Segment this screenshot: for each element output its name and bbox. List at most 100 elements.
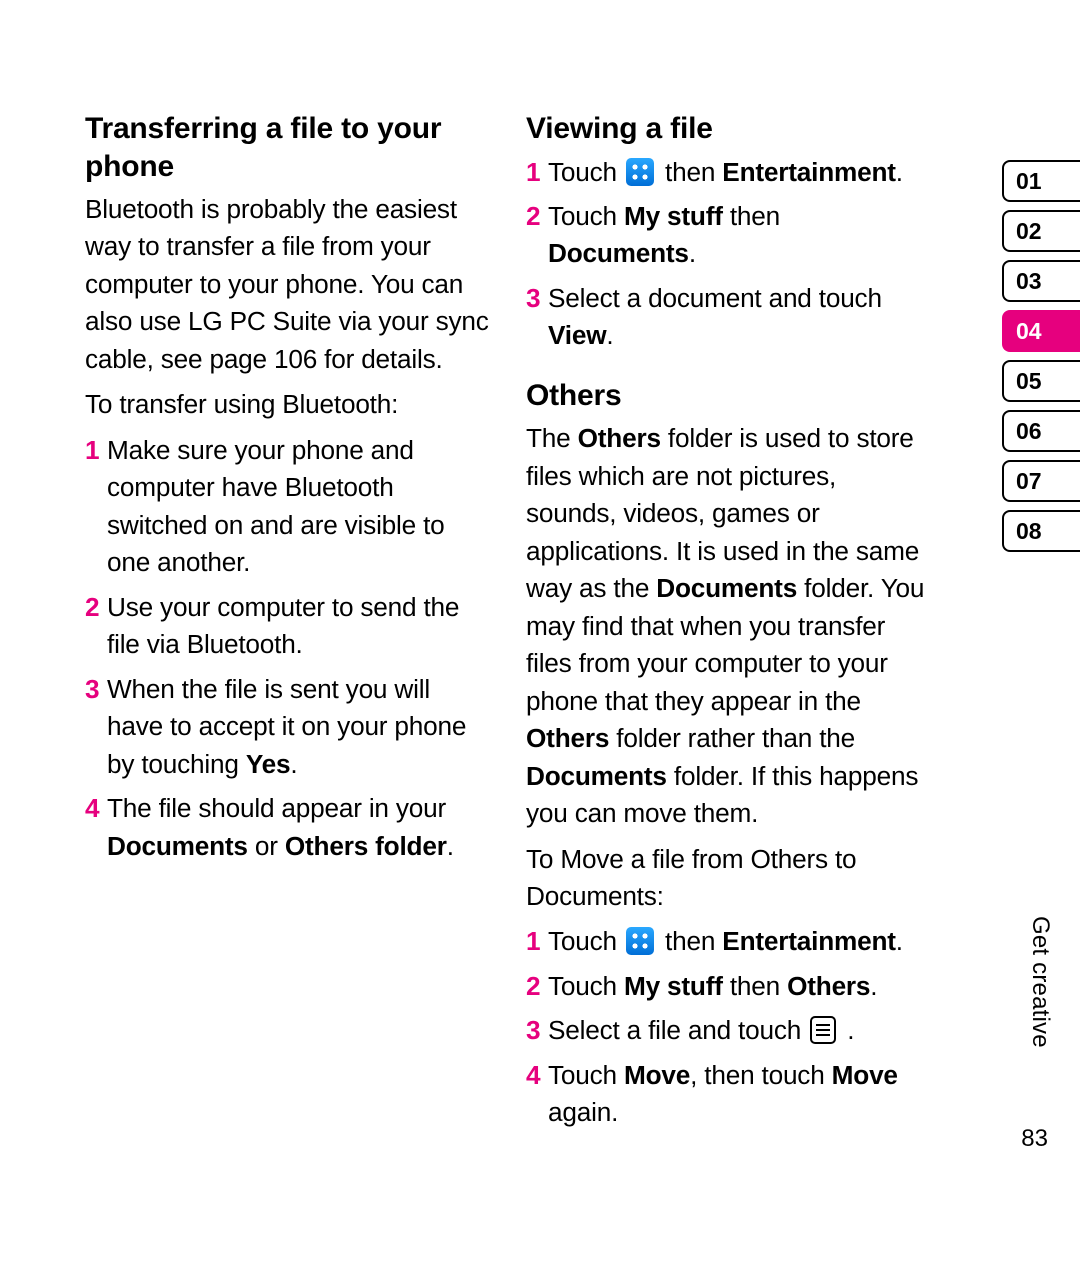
step-item: 2 Use your computer to send the file via… [85, 589, 490, 664]
steps-list: 1 Touch then Entertainment. 2 Touch My s… [526, 923, 931, 1131]
step-item: 2 Touch My stuff then Documents. [526, 198, 931, 273]
text: . [689, 238, 696, 268]
bold-text: Entertainment [722, 157, 895, 187]
text: then [658, 926, 722, 956]
bold-text: My stuff [624, 971, 723, 1001]
section-tab-03[interactable]: 03 [1002, 260, 1080, 302]
section-tab-02[interactable]: 02 [1002, 210, 1080, 252]
text: . [840, 1015, 854, 1045]
menu-list-icon [810, 1016, 836, 1044]
bold-text: Documents [107, 831, 248, 861]
two-column-layout: Transferring a file to your phone Blueto… [85, 110, 1010, 1132]
bold-text: Documents [656, 573, 797, 603]
bold-text: Others [578, 423, 661, 453]
paragraph: Bluetooth is probably the easiest way to… [85, 191, 490, 378]
text: then [658, 157, 722, 187]
step-number: 2 [526, 968, 548, 1005]
bold-text: Others [787, 971, 870, 1001]
text: Touch [548, 201, 624, 231]
bold-text: Move [832, 1060, 898, 1090]
text: Touch [548, 971, 624, 1001]
section-tabs: 01 02 03 04 05 06 07 08 [1002, 160, 1080, 560]
heading-others: Others [526, 377, 931, 415]
step-text: Select a document and touch View. [548, 280, 931, 355]
step-text: Select a file and touch . [548, 1012, 931, 1049]
step-item: 1 Make sure your phone and computer have… [85, 432, 490, 582]
step-text: The file should appear in your Documents… [107, 790, 490, 865]
step-text: Touch My stuff then Documents. [548, 198, 931, 273]
step-number: 1 [85, 432, 107, 469]
heading-transferring: Transferring a file to your phone [85, 110, 490, 185]
step-item: 3 Select a document and touch View. [526, 280, 931, 355]
paragraph: To transfer using Bluetooth: [85, 386, 490, 423]
text: . [290, 749, 297, 779]
section-tab-05[interactable]: 05 [1002, 360, 1080, 402]
step-number: 2 [85, 589, 107, 626]
bold-text: Documents [548, 238, 689, 268]
section-tab-01[interactable]: 01 [1002, 160, 1080, 202]
step-text: When the file is sent you will have to a… [107, 671, 490, 783]
text: . [870, 971, 877, 1001]
text: then [723, 201, 780, 231]
text: The [526, 423, 578, 453]
step-number: 3 [526, 280, 548, 317]
step-item: 3 When the file is sent you will have to… [85, 671, 490, 783]
step-number: 4 [526, 1057, 548, 1094]
step-number: 3 [526, 1012, 548, 1049]
bold-text: Move [624, 1060, 690, 1090]
step-text: Touch My stuff then Others. [548, 968, 931, 1005]
bold-text: Documents [526, 761, 667, 791]
text: Select a document and touch [548, 283, 882, 313]
heading-viewing: Viewing a file [526, 110, 931, 148]
text: Select a file and touch [548, 1015, 808, 1045]
text: Touch [548, 926, 624, 956]
step-number: 4 [85, 790, 107, 827]
bold-text: Others [526, 723, 609, 753]
step-item: 1 Touch then Entertainment. [526, 154, 931, 191]
bold-text: View [548, 320, 606, 350]
paragraph: To Move a file from Others to Documents: [526, 841, 931, 916]
text: , then touch [690, 1060, 832, 1090]
step-item: 2 Touch My stuff then Others. [526, 968, 931, 1005]
step-text: Make sure your phone and computer have B… [107, 432, 490, 582]
bold-text: Entertainment [722, 926, 895, 956]
text: then [723, 971, 787, 1001]
bold-text: My stuff [624, 201, 723, 231]
bold-text: Yes [246, 749, 291, 779]
step-number: 3 [85, 671, 107, 708]
section-tab-08[interactable]: 08 [1002, 510, 1080, 552]
step-number: 1 [526, 923, 548, 960]
steps-list: 1 Make sure your phone and computer have… [85, 432, 490, 865]
apps-grid-icon [626, 158, 654, 186]
manual-page: Transferring a file to your phone Blueto… [0, 0, 1080, 1263]
section-tab-06[interactable]: 06 [1002, 410, 1080, 452]
step-item: 1 Touch then Entertainment. [526, 923, 931, 960]
text: . [606, 320, 613, 350]
text: again. [548, 1097, 618, 1127]
left-column: Transferring a file to your phone Blueto… [85, 110, 490, 1132]
step-text: Touch Move, then touch Move again. [548, 1057, 931, 1132]
step-number: 1 [526, 154, 548, 191]
right-column: Viewing a file 1 Touch then Entertainmen… [526, 110, 931, 1132]
step-text: Touch then Entertainment. [548, 923, 931, 960]
text: . [896, 157, 903, 187]
paragraph: The Others folder is used to store files… [526, 420, 931, 832]
text: Touch [548, 157, 624, 187]
section-label: Get creative [1026, 916, 1054, 1048]
step-text: Use your computer to send the file via B… [107, 589, 490, 664]
bold-text: Others folder [285, 831, 447, 861]
text: . [447, 831, 454, 861]
text: folder rather than the [609, 723, 855, 753]
step-item: 3 Select a file and touch . [526, 1012, 931, 1049]
step-item: 4 The file should appear in your Documen… [85, 790, 490, 865]
step-number: 2 [526, 198, 548, 235]
section-tab-07[interactable]: 07 [1002, 460, 1080, 502]
page-number: 83 [1021, 1125, 1048, 1153]
steps-list: 1 Touch then Entertainment. 2 Touch My s… [526, 154, 931, 355]
step-item: 4 Touch Move, then touch Move again. [526, 1057, 931, 1132]
text: or [248, 831, 285, 861]
section-tab-04[interactable]: 04 [1002, 310, 1080, 352]
text: The file should appear in your [107, 793, 446, 823]
step-text: Touch then Entertainment. [548, 154, 931, 191]
text: Touch [548, 1060, 624, 1090]
